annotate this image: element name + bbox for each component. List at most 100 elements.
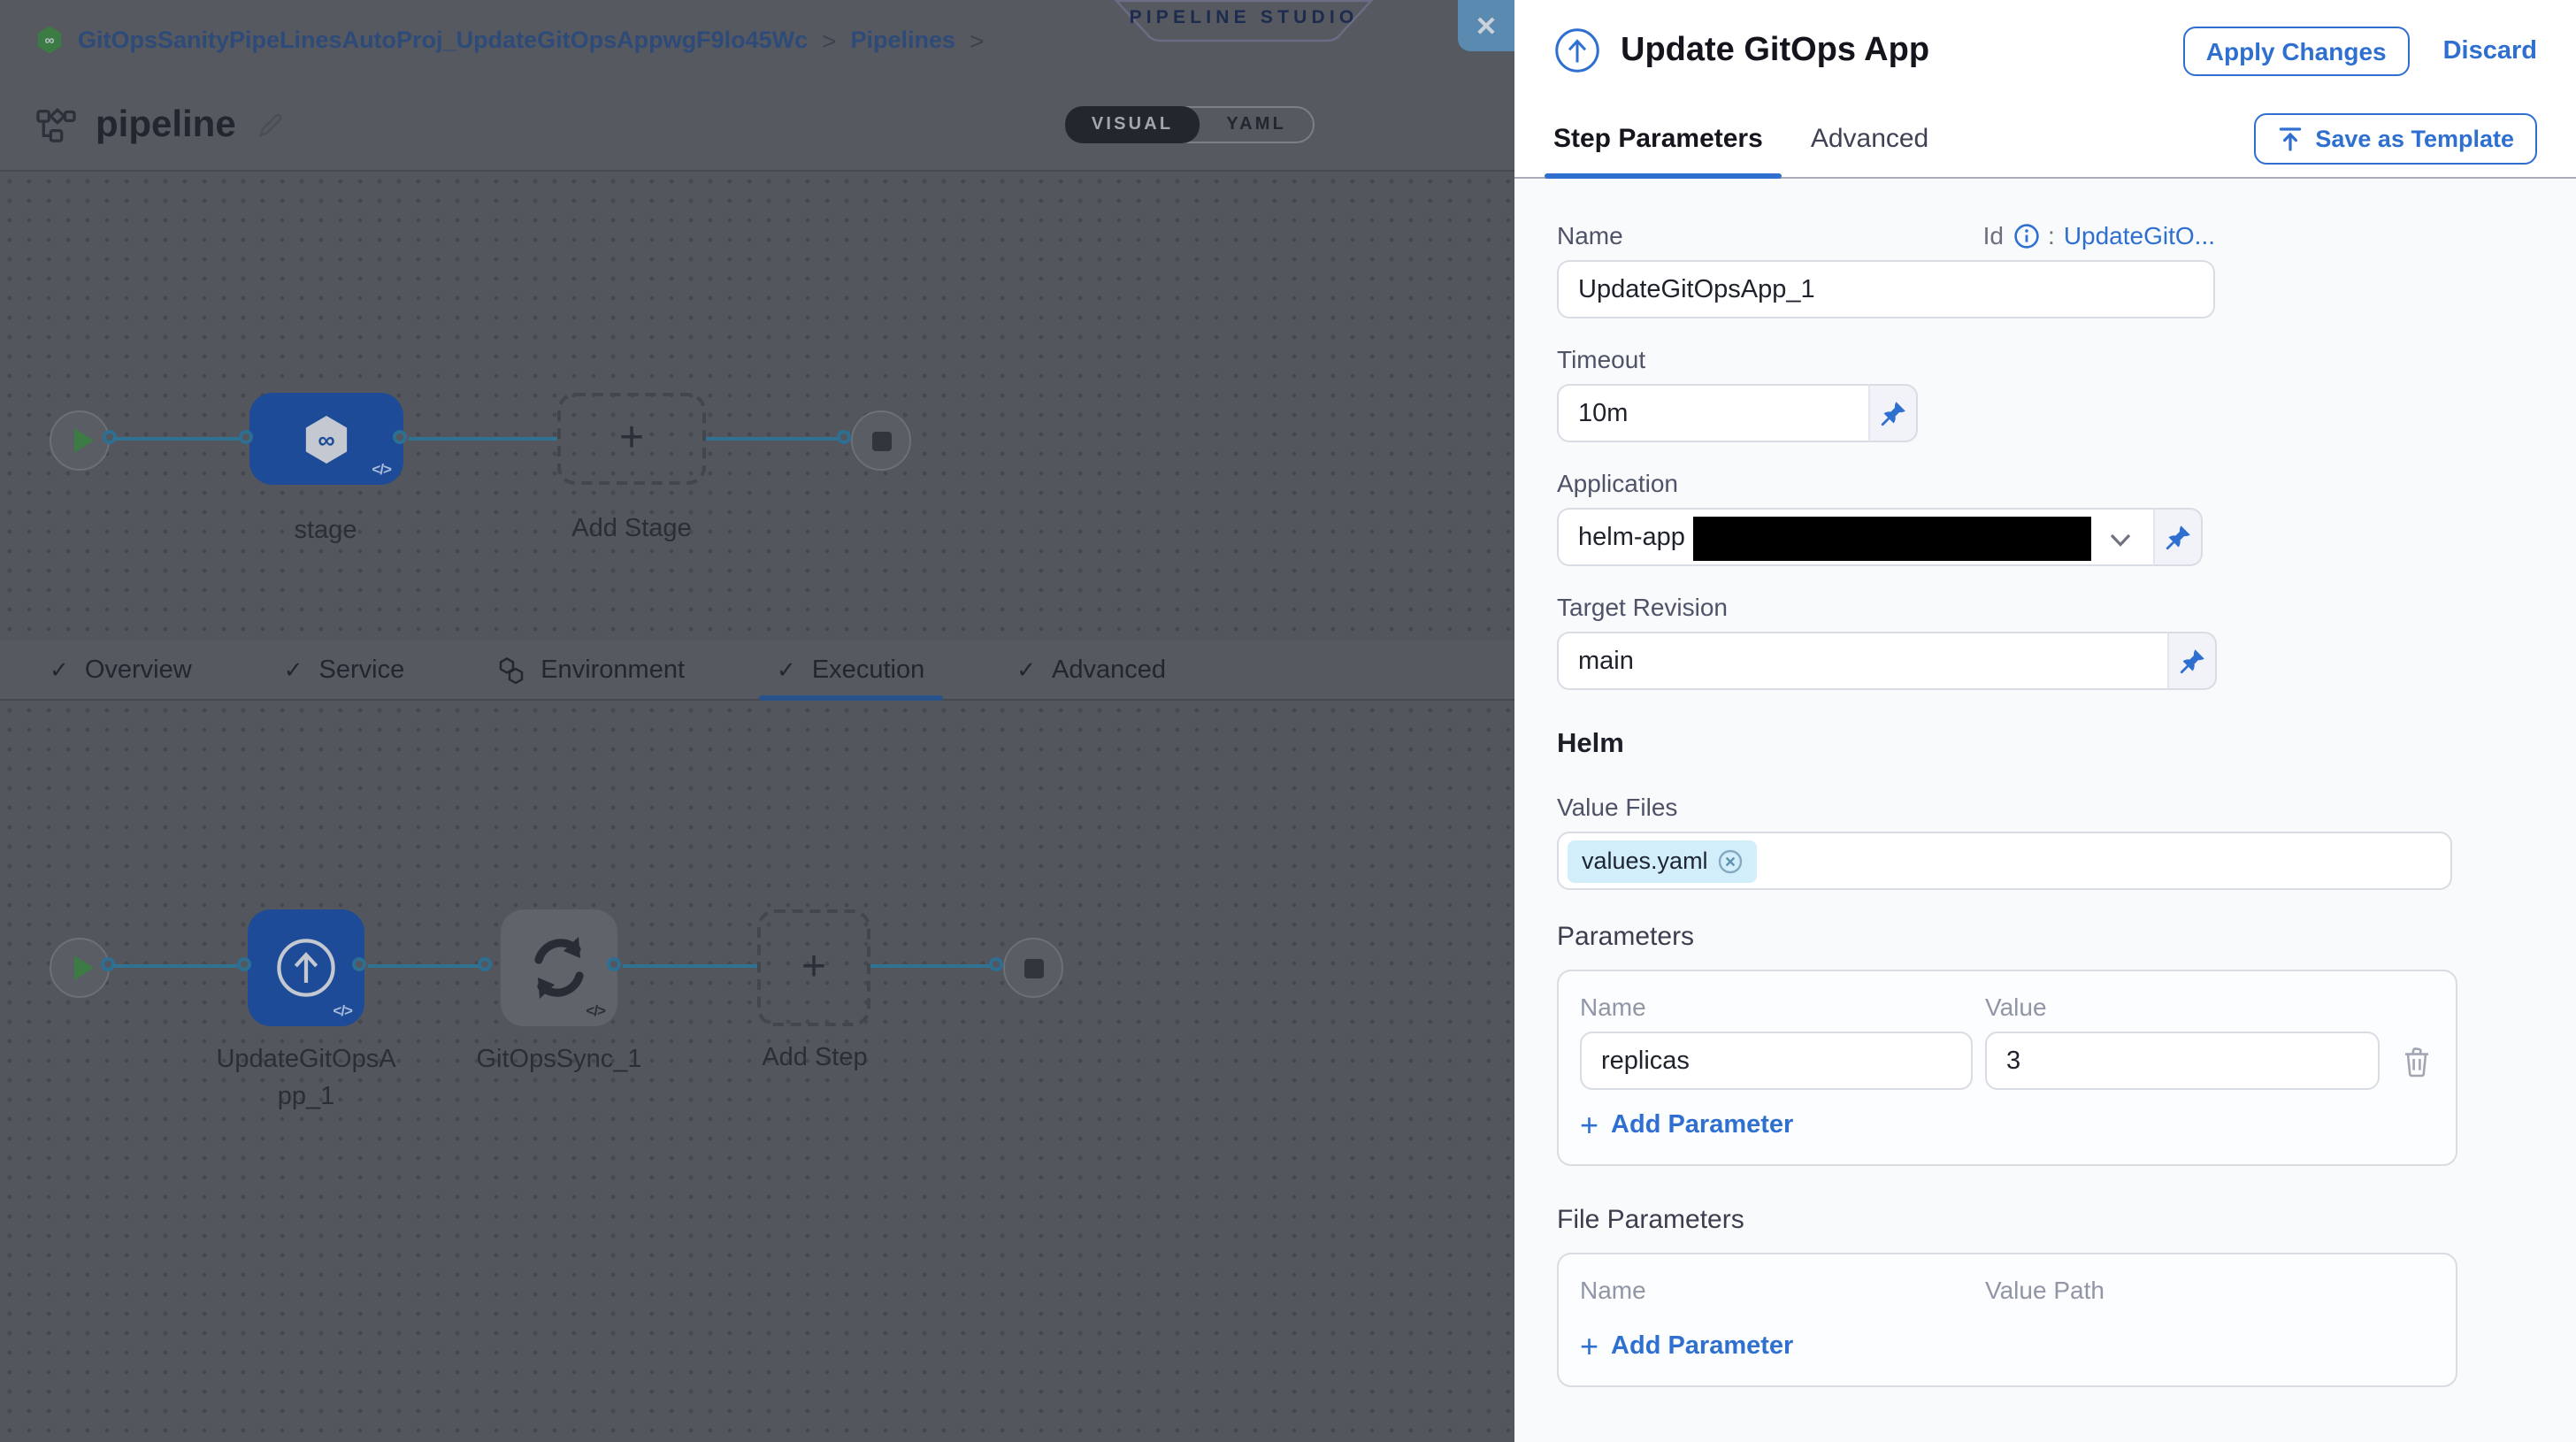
parameter-row (1580, 1032, 2434, 1090)
application-value: helm-app (1578, 523, 1685, 551)
value-files-label: Value Files (1557, 793, 2576, 821)
add-stage-button[interactable]: + (557, 393, 706, 485)
application-select[interactable]: helm-app (1557, 508, 2153, 566)
close-drawer-button[interactable]: ✕ (1458, 0, 1514, 51)
parameter-name-input[interactable] (1580, 1032, 1973, 1090)
save-as-template-button[interactable]: Save as Template (2253, 113, 2537, 165)
pipeline-studio-badge: PIPELINE STUDIO (1111, 0, 1376, 42)
execution-end-node[interactable] (1003, 938, 1063, 998)
stage-graph-canvas[interactable]: ∞ </> + stage Add Stage (0, 172, 1514, 640)
delete-parameter-button[interactable] (2403, 1045, 2431, 1077)
add-step-label: Add Step (748, 1040, 881, 1078)
file-parameters-card: Name Value Path + Add Parameter (1557, 1253, 2457, 1387)
save-template-icon (2276, 126, 2303, 152)
step-config-drawer: Update GitOps App Apply Changes Discard … (1514, 0, 2576, 1442)
discard-button[interactable]: Discard (2443, 36, 2537, 65)
chevron-down-icon (2109, 533, 2132, 548)
drawer-actions: Apply Changes Discard (2183, 26, 2537, 75)
breadcrumb-separator: > (970, 26, 984, 54)
toggle-visual[interactable]: VISUAL (1065, 106, 1200, 143)
tab-step-parameters[interactable]: Step Parameters (1553, 101, 1763, 177)
remove-value-file-button[interactable] (1719, 848, 1744, 873)
name-input[interactable] (1557, 260, 2215, 318)
add-file-parameter-button[interactable]: + Add Parameter (1580, 1329, 2434, 1364)
connector-dot (393, 430, 407, 444)
tab-environment-label: Environment (540, 656, 685, 684)
pin-icon (1880, 400, 1906, 426)
value-files-input[interactable]: values.yaml (1557, 832, 2452, 890)
tab-execution[interactable]: ✓ Execution (777, 640, 924, 699)
check-icon: ✓ (1016, 656, 1036, 684)
drawer-tab-bar: Step Parameters Advanced Save as Templat… (1514, 101, 2576, 179)
connector-line (409, 437, 557, 441)
stage-tab-bar: ✓ Overview ✓ Service Environment ✓ Execu… (0, 640, 1514, 701)
step-id: Id : UpdateGitO... (1983, 221, 2215, 249)
parameters-headers: Name Value (1580, 993, 2434, 1021)
update-gitops-app-step-label: UpdateGitOpsApp_1 (214, 1042, 398, 1116)
connector-dot (989, 957, 1003, 971)
add-stage-label: Add Stage (545, 511, 718, 548)
id-value-link[interactable]: UpdateGitO... (2064, 221, 2215, 249)
tab-advanced-label: Advanced (1052, 656, 1166, 684)
file-parameters-name-header: Name (1580, 1276, 1985, 1304)
tab-service[interactable]: ✓ Service (284, 640, 405, 699)
stage-node[interactable]: ∞ </> (249, 393, 403, 485)
info-icon[interactable] (2012, 222, 2039, 249)
pipeline-studio-screen: ∞ GitOpsSanityPipeLinesAutoProj_UpdateGi… (0, 0, 2576, 1442)
file-parameters-value-path-header: Value Path (1985, 1276, 2104, 1304)
stage-node-label: stage (246, 513, 405, 550)
target-revision-label: Target Revision (1557, 593, 2576, 621)
edit-pencil-icon[interactable] (257, 111, 286, 139)
update-gitops-app-icon (1553, 27, 1601, 74)
toggle-yaml[interactable]: YAML (1200, 108, 1313, 142)
add-file-parameter-label: Add Parameter (1611, 1332, 1793, 1361)
value-file-chip: values.yaml (1568, 840, 1758, 882)
connector-dot (478, 957, 492, 971)
drawer-header: Update GitOps App Apply Changes Discard (1514, 0, 2576, 101)
svg-text:∞: ∞ (318, 426, 334, 453)
pipeline-graph-icon (35, 106, 76, 143)
add-parameter-button[interactable]: + Add Parameter (1580, 1108, 2434, 1143)
drawer-title: Update GitOps App (1621, 31, 1929, 70)
add-parameter-label: Add Parameter (1611, 1111, 1793, 1139)
apply-changes-button[interactable]: Apply Changes (2183, 26, 2410, 75)
check-icon: ✓ (50, 656, 69, 684)
tab-overview[interactable]: ✓ Overview (50, 640, 192, 699)
breadcrumb-pipelines-link[interactable]: Pipelines (851, 27, 956, 53)
play-icon (73, 428, 93, 453)
plus-icon: + (801, 947, 826, 989)
application-input-type-button[interactable] (2153, 508, 2203, 566)
execution-start-node[interactable] (50, 938, 110, 998)
name-id-row: Name Id : UpdateGitO... (1557, 221, 2215, 249)
update-gitops-app-step-node[interactable]: </> (248, 909, 364, 1026)
target-revision-input-type-button[interactable] (2167, 632, 2217, 690)
target-revision-input[interactable] (1557, 632, 2167, 690)
connector-line (113, 437, 251, 441)
id-label: Id (1983, 221, 2004, 249)
parameters-value-header: Value (1985, 993, 2047, 1021)
timeout-input[interactable] (1557, 384, 1868, 442)
pin-icon (2165, 524, 2191, 550)
pipeline-start-node[interactable] (50, 410, 110, 471)
plus-icon: + (1580, 1331, 1598, 1362)
gitops-project-icon: ∞ (35, 25, 64, 55)
tab-advanced[interactable]: Advanced (1811, 101, 1928, 177)
gitops-sync-step-node[interactable]: </> (501, 909, 617, 1026)
pipeline-end-node[interactable] (851, 410, 911, 471)
tab-service-label: Service (319, 656, 405, 684)
execution-graph-canvas[interactable]: </> </> + (0, 701, 1514, 1442)
pin-icon (2179, 648, 2205, 674)
code-badge-icon: </> (586, 1001, 605, 1019)
add-step-button[interactable]: + (757, 909, 870, 1026)
id-separator: : (2048, 221, 2055, 249)
tab-environment[interactable]: Environment (496, 640, 685, 699)
tab-advanced[interactable]: ✓ Advanced (1016, 640, 1166, 699)
play-icon (73, 955, 93, 980)
pipeline-title: pipeline (96, 104, 236, 146)
timeout-input-type-button[interactable] (1868, 384, 1918, 442)
parameter-value-input[interactable] (1985, 1032, 2380, 1090)
step-parameters-form: Name Id : UpdateGitO... Timeout (1514, 179, 2576, 1442)
breadcrumb-project-link[interactable]: GitOpsSanityPipeLinesAutoProj_UpdateGitO… (78, 27, 808, 53)
application-field-group: helm-app (1557, 508, 2576, 566)
gitops-sync-step-label: GitOpsSync_1 (462, 1042, 656, 1079)
